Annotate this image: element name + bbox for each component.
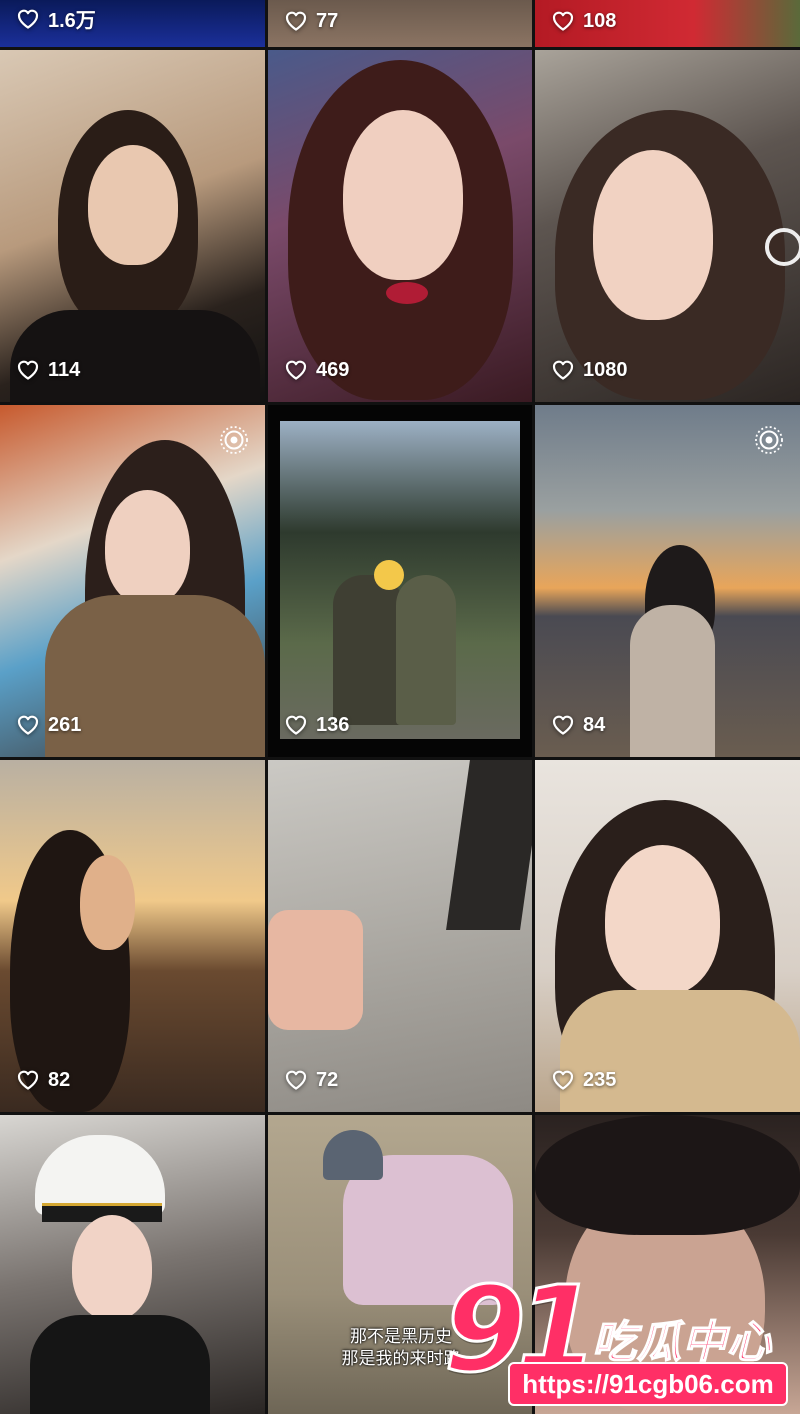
like-count-text: 261 bbox=[48, 713, 82, 736]
heart-icon bbox=[285, 360, 307, 380]
like-count: 82 bbox=[16, 1068, 70, 1092]
heart-icon bbox=[17, 1070, 39, 1090]
like-count: 136 bbox=[284, 713, 349, 737]
like-count-text: 82 bbox=[48, 1068, 71, 1091]
watermark-title: 吃瓜中心 bbox=[591, 1316, 772, 1369]
video-tile[interactable] bbox=[0, 1115, 265, 1414]
video-tile[interactable]: 136 bbox=[268, 405, 532, 757]
like-count-text: 108 bbox=[583, 9, 617, 32]
like-count: 77 bbox=[284, 9, 338, 33]
video-tile[interactable]: 261 bbox=[0, 405, 265, 757]
video-tile[interactable]: 1.6万 bbox=[0, 0, 265, 47]
heart-icon bbox=[17, 715, 39, 735]
heart-icon bbox=[552, 11, 574, 31]
like-count-text: 114 bbox=[48, 358, 81, 381]
watermark-url: https://91cgb06.com bbox=[508, 1362, 788, 1406]
like-count-text: 1.6万 bbox=[48, 10, 96, 32]
like-count: 261 bbox=[16, 713, 81, 737]
video-tile[interactable]: 469 bbox=[268, 50, 532, 402]
like-count: 1.6万 bbox=[16, 4, 96, 33]
heart-icon bbox=[285, 715, 307, 735]
watermark-logo: 91 吃瓜中心 https://91cgb06.com bbox=[440, 1259, 800, 1414]
heart-icon bbox=[552, 1070, 574, 1090]
heart-icon bbox=[552, 715, 574, 735]
like-count: 469 bbox=[284, 358, 349, 382]
heart-icon bbox=[552, 360, 574, 380]
video-tile[interactable]: 82 bbox=[0, 760, 265, 1112]
like-count: 114 bbox=[16, 358, 80, 382]
heart-icon bbox=[285, 11, 307, 31]
heart-icon bbox=[17, 9, 39, 29]
video-tile[interactable]: 77 bbox=[268, 0, 532, 47]
like-count-text: 469 bbox=[316, 358, 350, 381]
like-count: 235 bbox=[551, 1068, 616, 1092]
like-count-text: 84 bbox=[583, 713, 606, 736]
live-photo-icon bbox=[219, 425, 249, 455]
heart-icon bbox=[17, 360, 39, 380]
video-grid: 1.6万 77 108 114 469 1080 261 136 84 82 7… bbox=[0, 0, 800, 1414]
like-count: 84 bbox=[551, 713, 605, 737]
like-count: 72 bbox=[284, 1068, 338, 1092]
like-count-text: 235 bbox=[583, 1068, 617, 1091]
video-tile[interactable]: 1080 bbox=[535, 50, 800, 402]
like-count-text: 136 bbox=[316, 713, 350, 736]
heart-icon bbox=[285, 1070, 307, 1090]
video-tile[interactable]: 72 bbox=[268, 760, 532, 1112]
live-photo-icon bbox=[754, 425, 784, 455]
like-count-text: 72 bbox=[316, 1068, 339, 1091]
video-tile[interactable]: 108 bbox=[535, 0, 800, 47]
video-tile[interactable]: 235 bbox=[535, 760, 800, 1112]
like-count-text: 1080 bbox=[583, 358, 628, 381]
like-count: 1080 bbox=[551, 358, 628, 382]
video-tile[interactable]: 84 bbox=[535, 405, 800, 757]
like-count: 108 bbox=[551, 9, 616, 33]
video-tile[interactable]: 114 bbox=[0, 50, 265, 402]
like-count-text: 77 bbox=[316, 9, 339, 32]
